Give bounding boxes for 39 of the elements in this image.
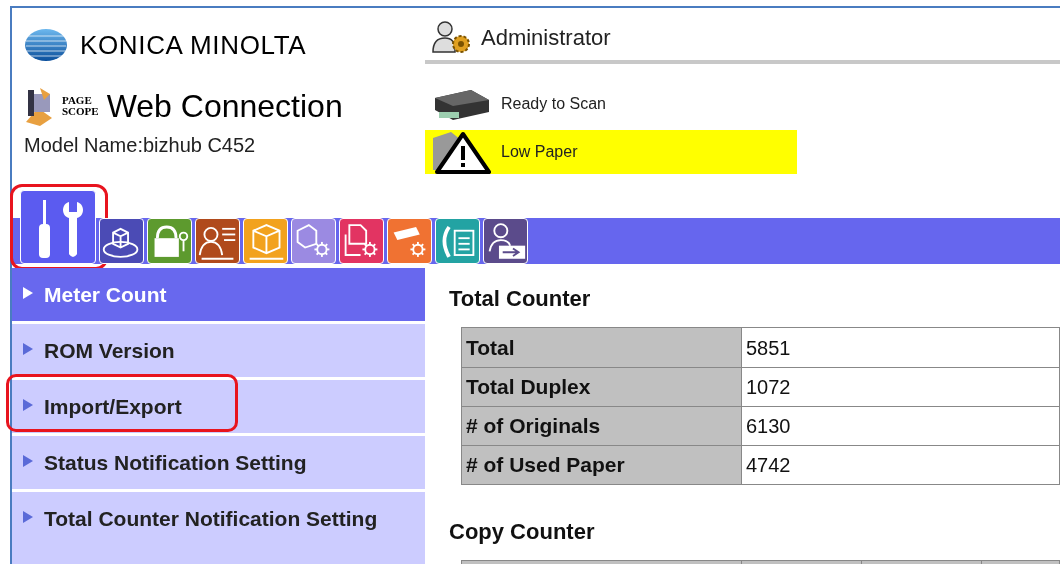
brand-name: KONICA MINOLTA [80, 28, 307, 62]
model-name: Model Name:bizhub C452 [24, 133, 257, 158]
menu-tab[interactable] [483, 218, 528, 264]
menu-tab[interactable] [147, 218, 192, 264]
status-text: Low Paper [501, 142, 578, 162]
row-value: 4742 [745, 453, 792, 478]
row-label: Total [462, 328, 742, 367]
status-text: Ready to Scan [501, 94, 606, 114]
sidebar-item[interactable]: ROM Version [12, 324, 425, 377]
row-label: Total Duplex [462, 368, 742, 406]
triangle-icon [22, 286, 34, 300]
row-value: 1072 [745, 375, 792, 400]
row-label: # of Originals [462, 407, 742, 445]
triangle-icon [22, 398, 34, 412]
menu-tab[interactable] [20, 190, 96, 264]
sidebar-item[interactable]: Total Counter Notification Setting [12, 492, 425, 564]
section-heading: Copy Counter [449, 518, 596, 546]
warning-icon [431, 130, 491, 174]
menu-tab[interactable] [99, 218, 144, 264]
admin-gear-icon [431, 20, 473, 54]
triangle-icon [22, 342, 34, 356]
triangle-icon [22, 454, 34, 468]
menu-tab[interactable] [435, 218, 480, 264]
product-logo-text: PAGE [62, 95, 93, 106]
product-logo-text: SCOPE [62, 106, 99, 117]
product-name: Web Connection [106, 87, 343, 126]
row-value: 6130 [745, 414, 792, 439]
sidebar-item[interactable]: Status Notification Setting [12, 436, 425, 489]
row-value: 5851 [745, 335, 792, 361]
triangle-icon [22, 510, 34, 524]
menu-tab[interactable] [195, 218, 240, 264]
sidebar-item[interactable]: Import/Export [12, 380, 425, 433]
globe-logo-icon [24, 28, 68, 62]
page-scope-logo-icon [24, 86, 54, 126]
user-role: Administrator [481, 23, 611, 52]
menu-tab[interactable] [339, 218, 384, 264]
row-label: # of Used Paper [462, 446, 742, 484]
section-heading: Total Counter [449, 285, 592, 313]
sidebar-item[interactable]: Meter Count [12, 268, 425, 321]
